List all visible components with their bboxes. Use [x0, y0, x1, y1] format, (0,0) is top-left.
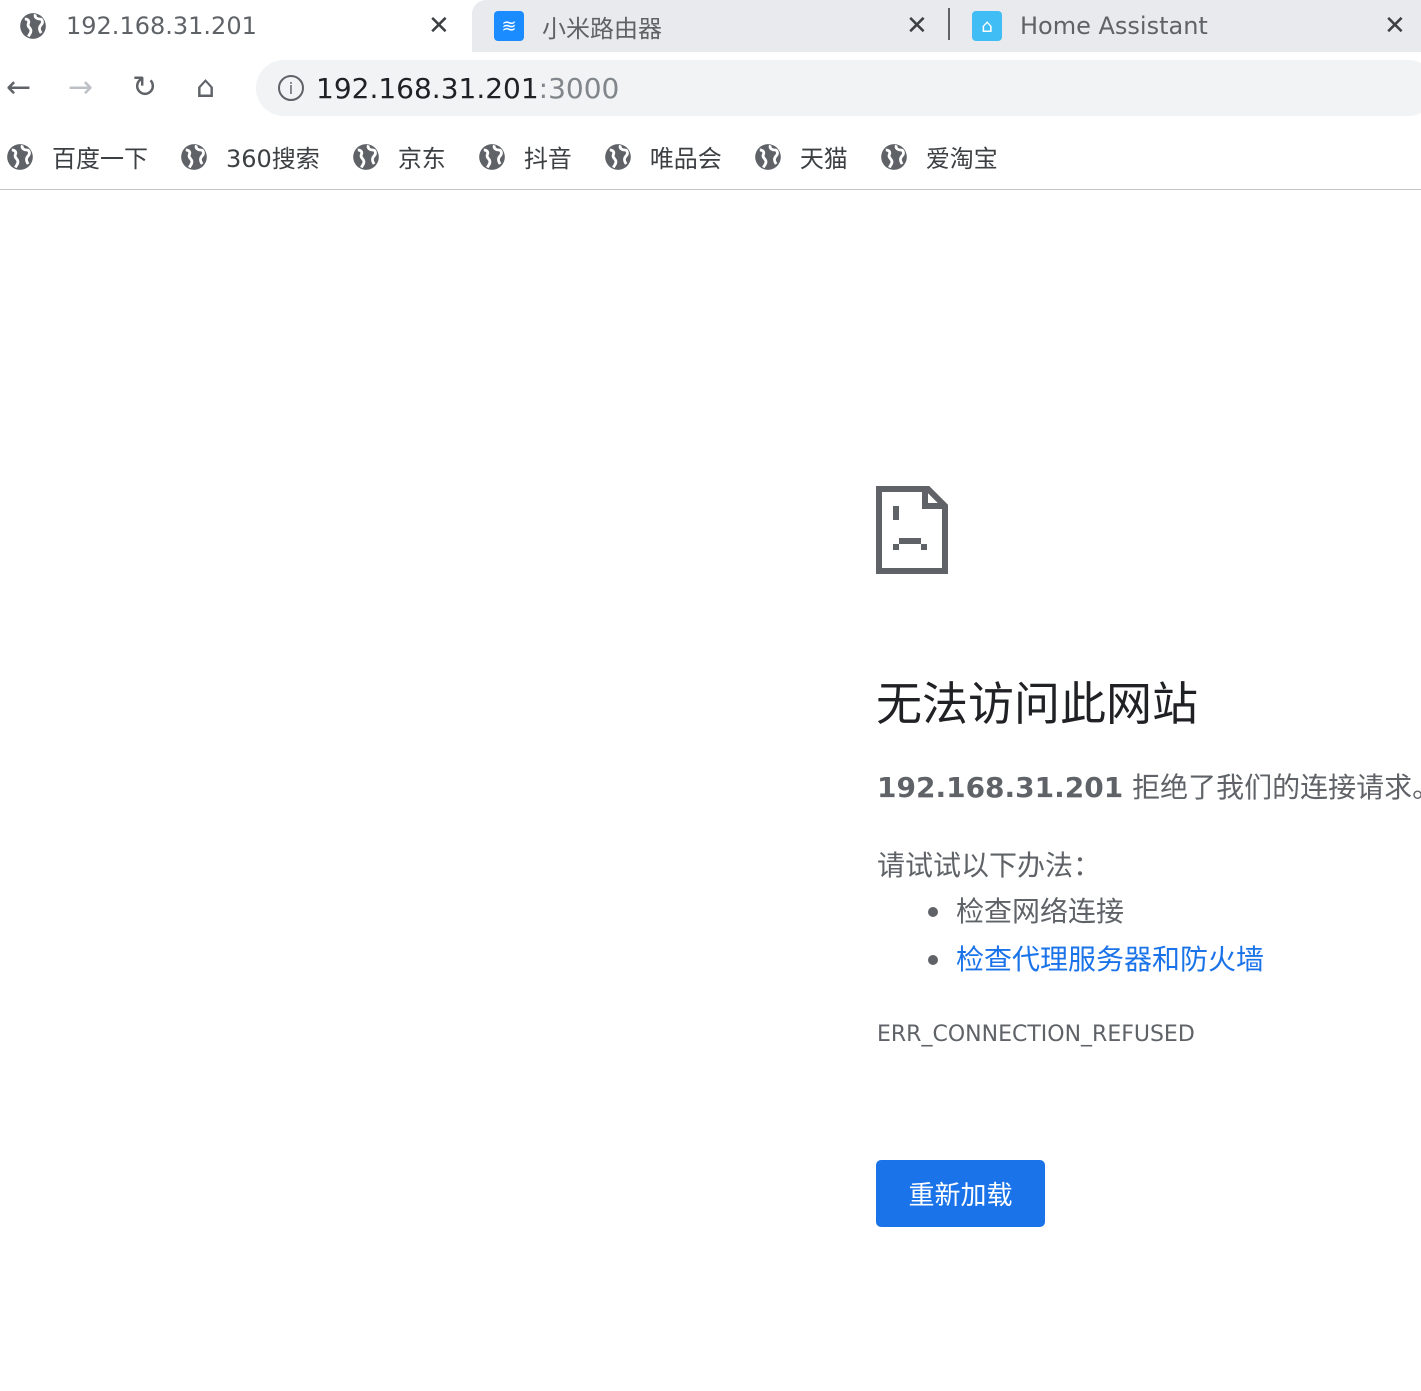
- close-tab-icon[interactable]: ✕: [906, 11, 928, 41]
- tab-home-assistant[interactable]: ⌂ Home Assistant ✕: [950, 0, 1421, 52]
- forward-button[interactable]: →: [68, 70, 93, 105]
- reload-button[interactable]: 重新加载: [876, 1160, 1045, 1227]
- bookmark-item[interactable]: 爱淘宝: [880, 139, 998, 174]
- tab-xiaomi-router[interactable]: ≋ 小米路由器 ✕: [472, 0, 950, 52]
- close-tab-icon[interactable]: ✕: [428, 11, 450, 41]
- globe-icon: [880, 143, 907, 170]
- bookmark-item[interactable]: 百度一下: [6, 139, 148, 174]
- globe-icon: [604, 143, 631, 170]
- home-assistant-icon: ⌂: [972, 11, 1002, 41]
- bookmark-label: 爱淘宝: [925, 145, 998, 173]
- bookmark-item[interactable]: 360搜索: [180, 139, 320, 174]
- globe-icon: [18, 11, 48, 41]
- bookmark-label: 唯品会: [649, 145, 722, 173]
- globe-icon: [754, 143, 781, 170]
- suggestion-check-network: 检查网络连接: [927, 890, 1264, 938]
- tab-title: Home Assistant: [1020, 12, 1208, 40]
- wifi-icon: ≋: [494, 11, 524, 41]
- tab-title: 小米路由器: [542, 14, 662, 43]
- tab-active[interactable]: 192.168.31.201 ✕: [0, 0, 472, 52]
- error-code: ERR_CONNECTION_REFUSED: [877, 1022, 1195, 1047]
- check-proxy-link[interactable]: 检查代理服务器和防火墙: [956, 943, 1264, 976]
- bookmark-item[interactable]: 抖音: [478, 139, 572, 174]
- back-button[interactable]: ←: [6, 70, 31, 105]
- globe-icon: [7, 143, 33, 170]
- globe-icon: [352, 143, 379, 170]
- sad-page-icon: [876, 486, 948, 578]
- bookmark-label: 抖音: [523, 145, 572, 173]
- bookmark-item[interactable]: 唯品会: [604, 139, 722, 174]
- tab-strip: 192.168.31.201 ✕ ≋ 小米路由器 ✕ ⌂ Home Assist…: [0, 0, 1421, 52]
- close-tab-icon[interactable]: ✕: [1384, 11, 1406, 41]
- error-title: 无法访问此网站: [876, 677, 1198, 731]
- suggestion-check-proxy: 检查代理服务器和防火墙: [927, 938, 1264, 986]
- url-text: 192.168.31.201:3000: [316, 71, 620, 105]
- bookmark-item[interactable]: 天猫: [754, 139, 848, 174]
- suggestions-list: 检查网络连接 检查代理服务器和防火墙: [927, 890, 1264, 986]
- error-description: 192.168.31.201 拒绝了我们的连接请求。: [877, 771, 1421, 804]
- bookmark-label: 天猫: [799, 145, 848, 173]
- bookmark-item[interactable]: 京东: [352, 139, 446, 174]
- home-button[interactable]: ⌂: [196, 70, 215, 105]
- globe-icon: [181, 143, 207, 170]
- tab-title: 192.168.31.201: [66, 12, 257, 40]
- reload-icon[interactable]: ↻: [132, 70, 157, 105]
- info-icon[interactable]: i: [278, 75, 304, 101]
- globe-icon: [478, 143, 505, 170]
- bookmark-label: 百度一下: [52, 145, 148, 173]
- bookmarks-bar: 百度一下 360搜索 京东 抖音 唯品会 天猫 爱淘宝: [0, 124, 1421, 190]
- bookmark-label: 京东: [397, 145, 446, 173]
- suggestions-label: 请试试以下办法：: [877, 849, 1102, 882]
- address-bar[interactable]: i 192.168.31.201:3000: [256, 60, 1421, 116]
- bookmark-label: 360搜索: [226, 145, 320, 173]
